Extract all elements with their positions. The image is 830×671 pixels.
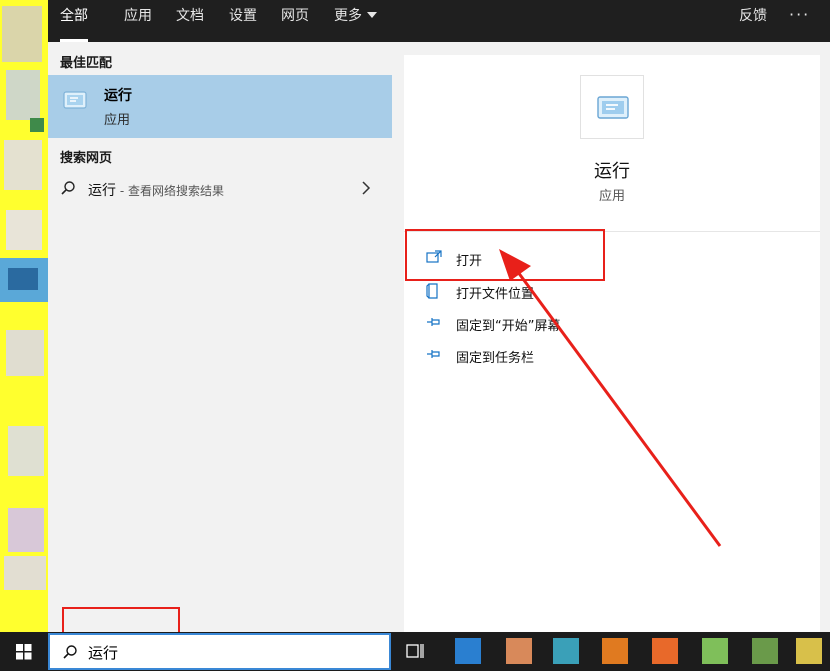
taskbar-app-icon[interactable]: [702, 638, 728, 664]
taskbar-search-box[interactable]: [48, 633, 391, 670]
search-input[interactable]: [88, 641, 378, 663]
taskbar-app-icon[interactable]: [455, 638, 481, 664]
annotation-arrow: [499, 249, 722, 547]
taskbar-app-icon[interactable]: [506, 638, 532, 664]
start-button[interactable]: [0, 632, 48, 671]
taskbar-app-icon[interactable]: [796, 638, 822, 664]
task-view-icon[interactable]: [405, 641, 425, 661]
taskbar-app-icon[interactable]: [752, 638, 778, 664]
taskbar-app-icon[interactable]: [553, 638, 579, 664]
taskbar-app-icon[interactable]: [602, 638, 628, 664]
taskbar: [0, 632, 830, 671]
windows-logo-icon: [16, 644, 32, 660]
taskbar-app-icon[interactable]: [652, 638, 678, 664]
search-icon: [63, 645, 77, 659]
